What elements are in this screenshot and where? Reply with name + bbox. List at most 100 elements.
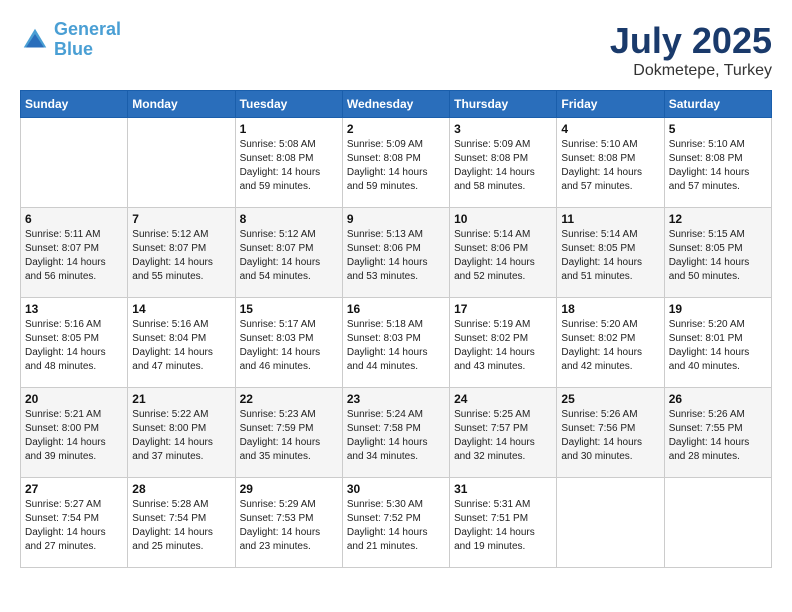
day-info: Sunrise: 5:20 AM Sunset: 8:02 PM Dayligh… bbox=[561, 318, 659, 374]
calendar-cell: 19 Sunrise: 5:20 AM Sunset: 8:01 PM Dayli… bbox=[664, 298, 771, 388]
day-number: 19 bbox=[669, 302, 767, 316]
calendar-cell: 28 Sunrise: 5:28 AM Sunset: 7:54 PM Dayli… bbox=[128, 478, 235, 568]
logo-blue: Blue bbox=[54, 39, 93, 59]
day-info: Sunrise: 5:26 AM Sunset: 7:55 PM Dayligh… bbox=[669, 408, 767, 464]
page-header: General Blue July 2025 Dokmetepe, Turkey bbox=[20, 20, 772, 80]
calendar-cell: 11 Sunrise: 5:14 AM Sunset: 8:05 PM Dayli… bbox=[557, 208, 664, 298]
day-info: Sunrise: 5:12 AM Sunset: 8:07 PM Dayligh… bbox=[240, 228, 338, 284]
day-info: Sunrise: 5:14 AM Sunset: 8:05 PM Dayligh… bbox=[561, 228, 659, 284]
calendar-cell: 22Sunrise: 5:23 AM Sunset: 7:59 PM Dayli… bbox=[235, 388, 342, 478]
day-info: Sunrise: 5:16 AM Sunset: 8:04 PM Dayligh… bbox=[132, 318, 230, 374]
day-info: Sunrise: 5:10 AM Sunset: 8:08 PM Dayligh… bbox=[669, 138, 767, 194]
day-number: 27 bbox=[25, 482, 123, 496]
day-number: 9 bbox=[347, 212, 445, 226]
day-info: Sunrise: 5:21 AM Sunset: 8:00 PM Dayligh… bbox=[25, 408, 123, 464]
day-number: 25 bbox=[561, 392, 659, 406]
calendar-table: SundayMondayTuesdayWednesdayThursdayFrid… bbox=[20, 90, 772, 568]
day-info: Sunrise: 5:14 AM Sunset: 8:06 PM Dayligh… bbox=[454, 228, 552, 284]
day-number: 7 bbox=[132, 212, 230, 226]
calendar-cell: 12 Sunrise: 5:15 AM Sunset: 8:05 PM Dayli… bbox=[664, 208, 771, 298]
day-number: 18 bbox=[561, 302, 659, 316]
day-info: Sunrise: 5:09 AM Sunset: 8:08 PM Dayligh… bbox=[454, 138, 552, 194]
day-number: 15 bbox=[240, 302, 338, 316]
day-info: Sunrise: 5:15 AM Sunset: 8:05 PM Dayligh… bbox=[669, 228, 767, 284]
calendar-cell bbox=[128, 118, 235, 208]
weekday-header-friday: Friday bbox=[557, 91, 664, 118]
calendar-cell: 9 Sunrise: 5:13 AM Sunset: 8:06 PM Daylig… bbox=[342, 208, 449, 298]
day-info: Sunrise: 5:28 AM Sunset: 7:54 PM Dayligh… bbox=[132, 498, 230, 554]
day-number: 20 bbox=[25, 392, 123, 406]
calendar-cell: 3 Sunrise: 5:09 AM Sunset: 8:08 PM Daylig… bbox=[450, 118, 557, 208]
calendar-cell: 1 Sunrise: 5:08 AM Sunset: 8:08 PM Daylig… bbox=[235, 118, 342, 208]
calendar-cell: 5 Sunrise: 5:10 AM Sunset: 8:08 PM Daylig… bbox=[664, 118, 771, 208]
day-number: 29 bbox=[240, 482, 338, 496]
calendar-cell: 27 Sunrise: 5:27 AM Sunset: 7:54 PM Dayli… bbox=[21, 478, 128, 568]
day-info: Sunrise: 5:20 AM Sunset: 8:01 PM Dayligh… bbox=[669, 318, 767, 374]
calendar-cell bbox=[21, 118, 128, 208]
calendar-cell: 13 Sunrise: 5:16 AM Sunset: 8:05 PM Dayli… bbox=[21, 298, 128, 388]
day-number: 13 bbox=[25, 302, 123, 316]
day-number: 16 bbox=[347, 302, 445, 316]
weekday-header-sunday: Sunday bbox=[21, 91, 128, 118]
calendar-cell: 7Sunrise: 5:12 AM Sunset: 8:07 PM Daylig… bbox=[128, 208, 235, 298]
calendar-cell: 15Sunrise: 5:17 AM Sunset: 8:03 PM Dayli… bbox=[235, 298, 342, 388]
day-info: Sunrise: 5:16 AM Sunset: 8:05 PM Dayligh… bbox=[25, 318, 123, 374]
calendar-cell: 20 Sunrise: 5:21 AM Sunset: 8:00 PM Dayli… bbox=[21, 388, 128, 478]
calendar-week-3: 13 Sunrise: 5:16 AM Sunset: 8:05 PM Dayli… bbox=[21, 298, 772, 388]
weekday-header-thursday: Thursday bbox=[450, 91, 557, 118]
day-number: 5 bbox=[669, 122, 767, 136]
calendar-cell: 16 Sunrise: 5:18 AM Sunset: 8:03 PM Dayli… bbox=[342, 298, 449, 388]
day-number: 11 bbox=[561, 212, 659, 226]
day-info: Sunrise: 5:26 AM Sunset: 7:56 PM Dayligh… bbox=[561, 408, 659, 464]
logo-general: General bbox=[54, 19, 121, 39]
day-number: 28 bbox=[132, 482, 230, 496]
calendar-week-1: 1 Sunrise: 5:08 AM Sunset: 8:08 PM Daylig… bbox=[21, 118, 772, 208]
day-number: 17 bbox=[454, 302, 552, 316]
calendar-cell: 6Sunrise: 5:11 AM Sunset: 8:07 PM Daylig… bbox=[21, 208, 128, 298]
subtitle: Dokmetepe, Turkey bbox=[610, 62, 772, 80]
calendar-body: 1 Sunrise: 5:08 AM Sunset: 8:08 PM Daylig… bbox=[21, 118, 772, 568]
calendar-week-2: 6Sunrise: 5:11 AM Sunset: 8:07 PM Daylig… bbox=[21, 208, 772, 298]
day-number: 22 bbox=[240, 392, 338, 406]
calendar-cell: 31 Sunrise: 5:31 AM Sunset: 7:51 PM Dayli… bbox=[450, 478, 557, 568]
day-number: 10 bbox=[454, 212, 552, 226]
day-info: Sunrise: 5:25 AM Sunset: 7:57 PM Dayligh… bbox=[454, 408, 552, 464]
calendar-cell: 21Sunrise: 5:22 AM Sunset: 8:00 PM Dayli… bbox=[128, 388, 235, 478]
day-info: Sunrise: 5:31 AM Sunset: 7:51 PM Dayligh… bbox=[454, 498, 552, 554]
logo-icon bbox=[20, 25, 50, 55]
weekday-header-saturday: Saturday bbox=[664, 91, 771, 118]
day-info: Sunrise: 5:19 AM Sunset: 8:02 PM Dayligh… bbox=[454, 318, 552, 374]
day-number: 31 bbox=[454, 482, 552, 496]
calendar-week-4: 20 Sunrise: 5:21 AM Sunset: 8:00 PM Dayli… bbox=[21, 388, 772, 478]
calendar-cell: 2Sunrise: 5:09 AM Sunset: 8:08 PM Daylig… bbox=[342, 118, 449, 208]
day-info: Sunrise: 5:13 AM Sunset: 8:06 PM Dayligh… bbox=[347, 228, 445, 284]
weekday-header-wednesday: Wednesday bbox=[342, 91, 449, 118]
day-info: Sunrise: 5:29 AM Sunset: 7:53 PM Dayligh… bbox=[240, 498, 338, 554]
weekday-header-tuesday: Tuesday bbox=[235, 91, 342, 118]
calendar-cell: 14 Sunrise: 5:16 AM Sunset: 8:04 PM Dayli… bbox=[128, 298, 235, 388]
day-info: Sunrise: 5:27 AM Sunset: 7:54 PM Dayligh… bbox=[25, 498, 123, 554]
day-number: 21 bbox=[132, 392, 230, 406]
calendar-week-5: 27 Sunrise: 5:27 AM Sunset: 7:54 PM Dayli… bbox=[21, 478, 772, 568]
day-number: 12 bbox=[669, 212, 767, 226]
day-info: Sunrise: 5:08 AM Sunset: 8:08 PM Dayligh… bbox=[240, 138, 338, 194]
day-info: Sunrise: 5:09 AM Sunset: 8:08 PM Dayligh… bbox=[347, 138, 445, 194]
calendar-cell: 25 Sunrise: 5:26 AM Sunset: 7:56 PM Dayli… bbox=[557, 388, 664, 478]
day-number: 3 bbox=[454, 122, 552, 136]
calendar-cell bbox=[664, 478, 771, 568]
calendar-cell: 26 Sunrise: 5:26 AM Sunset: 7:55 PM Dayli… bbox=[664, 388, 771, 478]
day-number: 30 bbox=[347, 482, 445, 496]
day-number: 26 bbox=[669, 392, 767, 406]
calendar-header: SundayMondayTuesdayWednesdayThursdayFrid… bbox=[21, 91, 772, 118]
day-number: 1 bbox=[240, 122, 338, 136]
day-number: 14 bbox=[132, 302, 230, 316]
day-number: 24 bbox=[454, 392, 552, 406]
day-info: Sunrise: 5:18 AM Sunset: 8:03 PM Dayligh… bbox=[347, 318, 445, 374]
calendar-cell: 8 Sunrise: 5:12 AM Sunset: 8:07 PM Daylig… bbox=[235, 208, 342, 298]
calendar-cell: 10 Sunrise: 5:14 AM Sunset: 8:06 PM Dayli… bbox=[450, 208, 557, 298]
title-block: July 2025 Dokmetepe, Turkey bbox=[610, 20, 772, 80]
calendar-cell: 18 Sunrise: 5:20 AM Sunset: 8:02 PM Dayli… bbox=[557, 298, 664, 388]
day-number: 6 bbox=[25, 212, 123, 226]
day-number: 8 bbox=[240, 212, 338, 226]
calendar-cell: 4Sunrise: 5:10 AM Sunset: 8:08 PM Daylig… bbox=[557, 118, 664, 208]
